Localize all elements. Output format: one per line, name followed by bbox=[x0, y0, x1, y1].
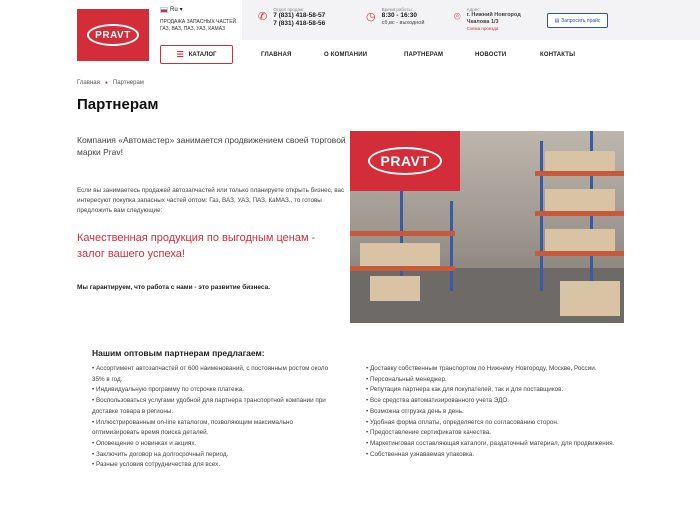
warehouse-photo: PRAVT bbox=[350, 131, 624, 323]
catalog-button[interactable]: ☰ КАТАЛОГ bbox=[160, 45, 233, 64]
highlight-slogan: Качественная продукция по выгодным ценам… bbox=[77, 232, 316, 260]
list-item: Предоставление сертификатов качества. bbox=[366, 428, 616, 439]
list-item: Заключить договор на долгосрочный период… bbox=[92, 450, 332, 461]
map-pin-icon: ⌾ bbox=[454, 11, 461, 23]
list-item: Разные условия сотрудничества для всех. bbox=[92, 460, 332, 471]
address-line-2: Чкалова 1/3 bbox=[466, 19, 499, 25]
list-item: Ассортимент автозапчастей от 600 наимено… bbox=[92, 364, 332, 385]
rack-upright bbox=[540, 141, 543, 291]
page-title: Партнерам bbox=[77, 96, 159, 113]
cargo-box bbox=[370, 276, 420, 301]
rack-shelf bbox=[535, 171, 624, 176]
list-item: Персональный менеджер. bbox=[366, 375, 616, 386]
breadcrumb-current: Партнерам bbox=[112, 80, 144, 86]
cargo-box bbox=[545, 151, 615, 171]
phone-link-2[interactable]: 7 (831) 418-58-56 bbox=[273, 20, 325, 28]
site-tagline: ПРОДАЖА ЗАПАСНЫХ ЧАСТЕЙ ГАЗ, ВАЗ, ПАЗ, У… bbox=[160, 19, 237, 32]
list-item: Воспользоваться услугами удобной для пар… bbox=[92, 396, 332, 417]
breadcrumb-home[interactable]: Главная bbox=[77, 80, 100, 86]
cargo-box bbox=[545, 189, 615, 211]
rack-shelf bbox=[350, 231, 455, 236]
phone-icon: ✆ bbox=[258, 11, 268, 23]
photo-logo-text: PRAVT bbox=[368, 147, 442, 175]
photo-brand-logo: PRAVT bbox=[350, 131, 460, 191]
hours-value: 8:30 - 16:30 bbox=[381, 12, 418, 19]
document-icon: ▤ bbox=[554, 17, 560, 24]
catalog-label: КАТАЛОГ bbox=[188, 51, 217, 58]
breadcrumb-separator-icon: ● bbox=[104, 80, 108, 86]
list-item: Индивидуальную программу по отсрочке пла… bbox=[92, 385, 332, 396]
cargo-box bbox=[560, 281, 620, 316]
list-item: Репутация партнера как для покупателей, … bbox=[366, 385, 616, 396]
list-item: Собственная узнаваемая упаковка. bbox=[366, 450, 616, 461]
cargo-box bbox=[545, 229, 615, 251]
list-item: Маркетинговая составляющая каталоги, раз… bbox=[366, 439, 616, 450]
language-label: Ru bbox=[170, 6, 178, 13]
list-item: Иллюстрированным on-line каталогом, позв… bbox=[92, 418, 332, 439]
list-item: Доставку собственным транспортом по Нижн… bbox=[366, 364, 616, 375]
request-price-button[interactable]: ▤ Запросить прайс bbox=[547, 13, 608, 28]
business-text: Если вы занимаетесь продажей автозапчаст… bbox=[77, 187, 345, 214]
hours-note: сб,вс - выходной bbox=[381, 20, 425, 26]
address-line-1: г. Нижний Новгород bbox=[466, 12, 521, 18]
nav-item-contacts[interactable]: КОНТАКТЫ bbox=[540, 52, 575, 58]
phone-link-1[interactable]: 7 (831) 418-58-57 bbox=[273, 12, 325, 20]
nav-item-home[interactable]: ГЛАВНАЯ bbox=[261, 52, 292, 58]
logo-text: PRAVT bbox=[87, 24, 139, 46]
breadcrumb: Главная ● Партнерам bbox=[77, 80, 144, 86]
site-logo[interactable]: PRAVT bbox=[77, 9, 149, 61]
cargo-box bbox=[360, 243, 440, 266]
nav-item-partners[interactable]: ПАРТНЕРАМ bbox=[404, 52, 443, 58]
working-hours: ◷ Время работы: 8:30 - 16:30 сб,вс - вых… bbox=[366, 7, 424, 27]
rack-shelf bbox=[350, 266, 455, 271]
nav-item-about[interactable]: О КОМПАНИИ bbox=[324, 52, 367, 58]
offer-list-left: Ассортимент автозапчастей от 600 наимено… bbox=[92, 364, 332, 471]
russian-flag-icon bbox=[160, 6, 168, 13]
intro-text: Компания «Автомастер» занимается продвиж… bbox=[77, 135, 346, 157]
chevron-down-icon: ▾ bbox=[179, 7, 183, 13]
offer-title: Нашим оптовым партнерам предлагаем: bbox=[92, 348, 265, 358]
guarantee-text: Мы гарантируем, что работа с нами - это … bbox=[77, 284, 271, 291]
list-item: Оповещение о новинках и акциях. bbox=[92, 439, 332, 450]
header-info-bar: ✆ Отдел продаж: 7 (831) 418-58-57 7 (831… bbox=[242, 0, 700, 40]
address-block: ⌾ Адрес: г. Нижний Новгород Чкалова 1/3 … bbox=[454, 7, 521, 31]
language-selector[interactable]: Ru ▾ bbox=[160, 6, 183, 13]
sales-contact: ✆ Отдел продаж: 7 (831) 418-58-57 7 (831… bbox=[258, 7, 325, 28]
list-item: Удобная форма оплаты, определяется по со… bbox=[366, 418, 616, 429]
list-item: Возможна отгрузка день в день. bbox=[366, 407, 616, 418]
nav-item-news[interactable]: НОВОСТИ bbox=[475, 52, 506, 58]
rack-upright bbox=[450, 201, 453, 291]
list-item: Все средства автоматизированного учета Э… bbox=[366, 396, 616, 407]
map-link[interactable]: Схема проезда bbox=[467, 26, 521, 31]
hamburger-icon: ☰ bbox=[176, 50, 184, 59]
rack-shelf bbox=[535, 251, 624, 256]
request-price-label: Запросить прайс bbox=[561, 17, 601, 24]
offer-list-right: Доставку собственным транспортом по Нижн… bbox=[366, 364, 616, 460]
clock-icon: ◷ bbox=[366, 11, 376, 23]
rack-shelf bbox=[535, 211, 624, 216]
